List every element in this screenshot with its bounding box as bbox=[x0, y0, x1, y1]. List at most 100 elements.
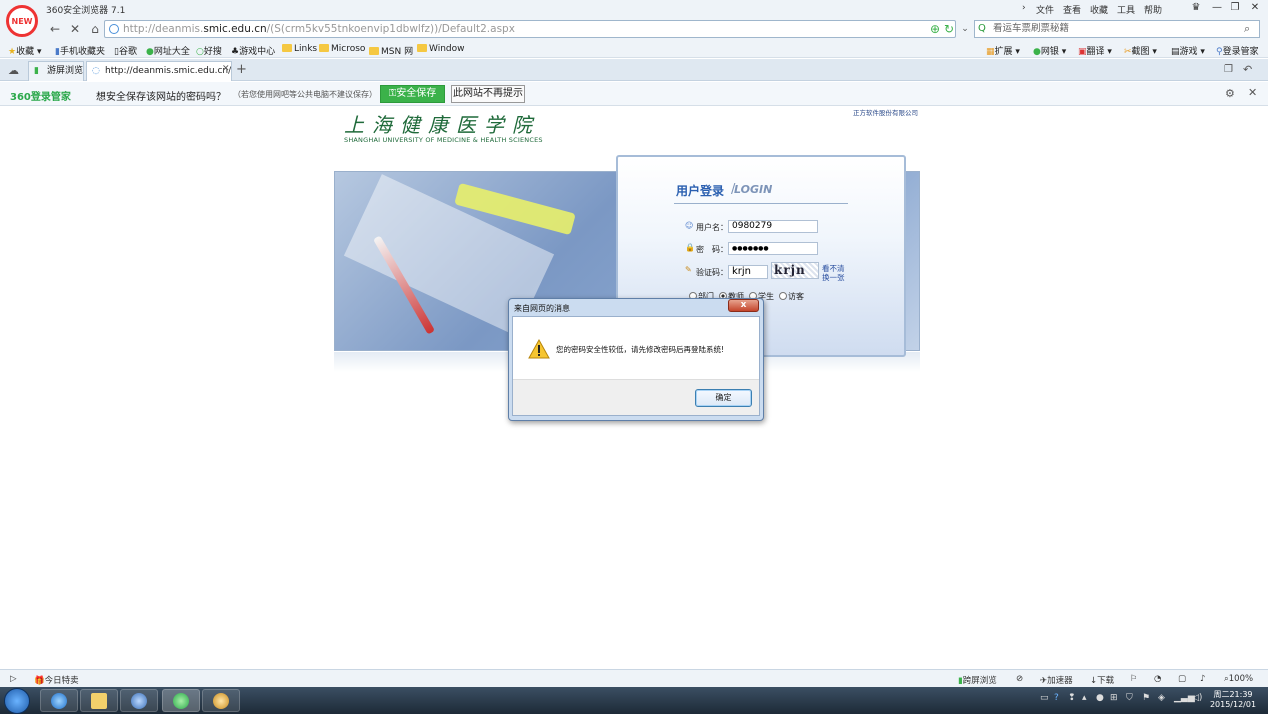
tray-icon-1[interactable]: ▭ bbox=[1040, 693, 1049, 703]
menu-chevron-icon[interactable]: › bbox=[1022, 3, 1026, 13]
school-name-cn: 上海健康医学院 bbox=[344, 113, 540, 137]
taskbar-ie[interactable] bbox=[40, 689, 78, 712]
tool-bank[interactable]: ●网银 ▾ bbox=[1033, 44, 1066, 57]
search-engine-icon[interactable]: Q bbox=[978, 23, 986, 34]
close-bar-icon[interactable]: ✕ bbox=[1248, 86, 1257, 99]
status-icon-2[interactable]: ⚐ bbox=[1130, 674, 1138, 684]
globe-icon bbox=[109, 24, 119, 34]
menu-view[interactable]: 查看 bbox=[1063, 3, 1081, 16]
start-button[interactable] bbox=[4, 688, 30, 714]
zoom-level[interactable]: ⌕100% bbox=[1224, 674, 1253, 684]
login-title: 用户登录 bbox=[676, 184, 725, 198]
sidebar-toggle-icon[interactable]: ▷ bbox=[10, 674, 17, 684]
flag-tray-icon[interactable]: ⚑ bbox=[1142, 693, 1150, 703]
tool-games[interactable]: ▤游戏 ▾ bbox=[1171, 44, 1205, 57]
save-question: 想安全保存该网站的密码吗？ bbox=[96, 92, 226, 103]
status-accelerator[interactable]: ✈加速器 bbox=[1040, 674, 1073, 686]
undo-close-icon[interactable]: ↶ bbox=[1243, 63, 1252, 76]
bookmark-games[interactable]: ♣游戏中心 bbox=[231, 44, 275, 57]
gear-icon[interactable]: ⚙ bbox=[1225, 87, 1235, 100]
tool-screenshot[interactable]: ✂截图 ▾ bbox=[1124, 44, 1157, 57]
tab-cross-screen[interactable]: ▮ 游屏浏览 bbox=[28, 61, 84, 81]
bookmark-favorites[interactable]: ★收藏 ▾ bbox=[8, 44, 41, 57]
paint-icon bbox=[213, 693, 229, 709]
captcha-input[interactable]: krjn bbox=[728, 265, 768, 279]
skin-icon[interactable]: ♛ bbox=[1185, 1, 1207, 15]
volume-tray-icon[interactable]: ◁) bbox=[1192, 693, 1202, 703]
new-tab-button[interactable]: + bbox=[236, 62, 247, 77]
role-visitor[interactable]: 访客 bbox=[779, 291, 804, 302]
bookmark-google[interactable]: ▯谷歌 bbox=[114, 44, 137, 57]
bookmark-msn[interactable]: MSN 网 bbox=[369, 44, 413, 57]
tab-deanmis[interactable]: ◌ http://deanmis.smic.edu.cn/( bbox=[86, 61, 232, 81]
menu-file[interactable]: 文件 bbox=[1036, 3, 1054, 16]
tray-icon-3[interactable]: ● bbox=[1096, 693, 1104, 703]
status-icon-4[interactable]: ▢ bbox=[1178, 674, 1186, 684]
password-input[interactable]: ●●●●●●● bbox=[728, 242, 818, 255]
dialog-close-button[interactable]: x bbox=[728, 299, 759, 312]
cloud-icon[interactable]: ☁ bbox=[8, 64, 19, 77]
refresh-captcha-link[interactable]: 看不清 换一张 bbox=[822, 264, 852, 282]
bookmark-microsoft[interactable]: Microso bbox=[319, 44, 365, 54]
window-title: 360安全浏览器 7.1 bbox=[46, 6, 126, 16]
windows-tray-icon[interactable]: ⊞ bbox=[1110, 693, 1118, 703]
help-tray-icon[interactable]: ? bbox=[1054, 693, 1059, 703]
search-input[interactable]: 看运车票刷票秘籍 bbox=[974, 20, 1260, 38]
taskbar-outlook[interactable] bbox=[120, 689, 158, 712]
today-deals[interactable]: 🎁今日特卖 bbox=[34, 674, 79, 686]
lock-icon: 🔒 bbox=[685, 243, 695, 252]
maximize-button[interactable]: ❐ bbox=[1224, 1, 1246, 15]
taskbar-explorer[interactable] bbox=[80, 689, 118, 712]
close-window-button[interactable]: ✕ bbox=[1244, 1, 1266, 15]
stop-icon[interactable]: ✕ bbox=[66, 20, 84, 38]
dropdown-chevron-icon[interactable]: ⌄ bbox=[956, 20, 974, 38]
captcha-label: 验证码： bbox=[696, 268, 728, 277]
tab-close-icon[interactable]: ✕ bbox=[222, 64, 230, 74]
browser-logo[interactable]: NEW bbox=[6, 5, 38, 37]
clock[interactable]: 周二21:39 2015/12/01 bbox=[1208, 690, 1258, 710]
tray-up-icon[interactable]: ▴ bbox=[1082, 693, 1087, 703]
status-icon-1[interactable]: ⊘ bbox=[1016, 674, 1023, 684]
bookmark-sites[interactable]: ●网址大全 bbox=[146, 44, 190, 57]
school-name-en: SHANGHAI UNIVERSITY OF MEDICINE & HEALTH… bbox=[344, 136, 543, 144]
home-icon[interactable]: ⌂ bbox=[86, 20, 104, 38]
volume-icon[interactable]: ♪ bbox=[1200, 674, 1205, 684]
taskbar-360browser[interactable] bbox=[162, 689, 200, 712]
username-input[interactable]: 0980279 bbox=[728, 220, 818, 233]
status-cross-screen[interactable]: ▮跨屏浏览 bbox=[958, 674, 997, 686]
tray-icon-2[interactable]: ❢ bbox=[1068, 693, 1076, 703]
never-prompt-button[interactable]: 此网站不再提示 bbox=[451, 85, 525, 103]
browser-icon bbox=[173, 693, 189, 709]
back-button[interactable]: ← bbox=[46, 20, 64, 38]
tool-translate[interactable]: ▣翻译 ▾ bbox=[1078, 44, 1112, 57]
address-input[interactable]: http://deanmis.smic.edu.cn/(S(crm5kv55tn… bbox=[104, 20, 956, 38]
login-manager-brand: 360登录管家 bbox=[10, 92, 71, 103]
secure-save-button[interactable]: ⚿安全保存 bbox=[380, 85, 445, 103]
tray-icon-4[interactable]: ◈ bbox=[1158, 693, 1165, 703]
ie-icon bbox=[51, 693, 67, 709]
taskbar-paint[interactable] bbox=[202, 689, 240, 712]
status-bar bbox=[0, 669, 1268, 687]
folder-icon bbox=[369, 47, 379, 55]
folder-icon bbox=[282, 44, 292, 52]
status-icon-3[interactable]: ◔ bbox=[1154, 674, 1161, 684]
warning-icon bbox=[528, 339, 550, 359]
menu-favorites[interactable]: 收藏 bbox=[1090, 3, 1108, 16]
menu-help[interactable]: 帮助 bbox=[1144, 3, 1162, 16]
captcha-image[interactable]: krjn bbox=[771, 262, 819, 279]
bookmark-mobile[interactable]: ▮手机收藏夹 bbox=[55, 44, 105, 57]
bookmark-windows[interactable]: Window bbox=[417, 44, 465, 54]
mail-icon bbox=[131, 693, 147, 709]
pencil-icon: ✎ bbox=[685, 265, 692, 274]
bookmark-haosou[interactable]: ○好搜 bbox=[196, 44, 222, 57]
save-note: （若您使用网吧等公共电脑不建议保存） bbox=[233, 90, 377, 99]
ok-button[interactable]: 确定 bbox=[695, 389, 752, 407]
bookmark-links[interactable]: Links bbox=[282, 44, 317, 54]
tool-login-manager[interactable]: ⚲登录管家 bbox=[1216, 44, 1259, 57]
tool-extensions[interactable]: ▦扩展 ▾ bbox=[986, 44, 1020, 57]
tab-list-icon[interactable]: ❐ bbox=[1224, 64, 1233, 75]
menu-tools[interactable]: 工具 bbox=[1117, 3, 1135, 16]
search-icon[interactable]: ⌕ bbox=[1244, 22, 1250, 36]
shield-tray-icon[interactable]: ⛉ bbox=[1126, 693, 1133, 703]
status-download[interactable]: ↓下载 bbox=[1090, 674, 1114, 686]
